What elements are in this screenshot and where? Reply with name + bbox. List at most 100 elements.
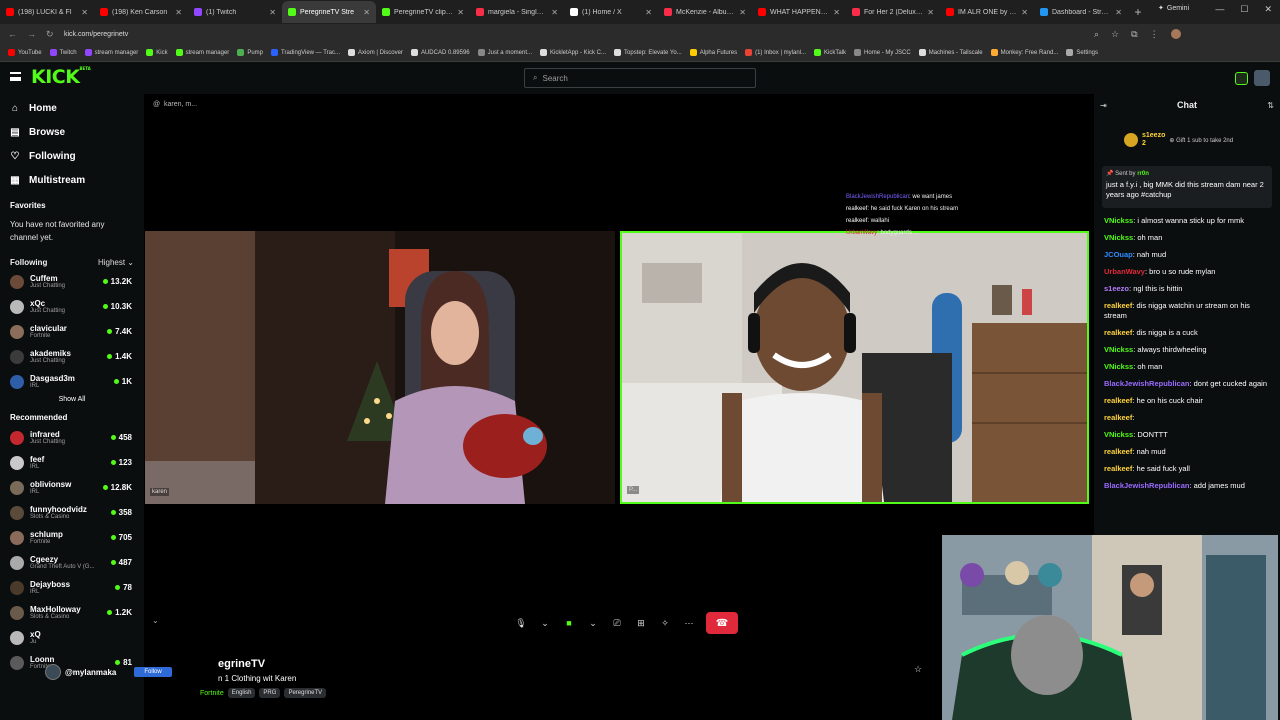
recommended-channel-row[interactable]: oblivionsw IRL 12.8K: [0, 475, 144, 500]
chat-username[interactable]: VNickss: [1104, 430, 1133, 439]
chat-username[interactable]: realkeef: [1104, 328, 1132, 337]
following-channel-row[interactable]: Cuffem Just Chatting 13.2K: [0, 269, 144, 294]
show-all-button[interactable]: Show All: [0, 396, 144, 403]
tab-close-icon[interactable]: ✕: [1021, 8, 1028, 17]
tab-close-icon[interactable]: ✕: [81, 8, 88, 17]
following-channel-row[interactable]: Dasgasd3m IRL 1K: [0, 369, 144, 394]
camera-options-chevron-icon[interactable]: ⌄: [586, 616, 600, 630]
chat-username[interactable]: s1eezo: [1104, 284, 1129, 293]
url-field[interactable]: kick.com/peregrinetv: [64, 31, 1044, 38]
browser-tab[interactable]: IM ALR ONE by mylan ✕: [940, 1, 1034, 23]
browser-tab[interactable]: (1) Twitch ✕: [188, 1, 282, 23]
end-call-button[interactable]: ☎: [706, 612, 738, 634]
tab-close-icon[interactable]: ✕: [457, 8, 464, 17]
chat-username[interactable]: VNickss: [1104, 216, 1133, 225]
bookmark-item[interactable]: KickTalk: [814, 49, 846, 56]
browser-tab[interactable]: PeregrineTV Stre ✕: [282, 1, 376, 23]
tab-close-icon[interactable]: ✕: [551, 8, 558, 17]
new-tab-icon[interactable]: +: [1128, 5, 1148, 19]
chat-username[interactable]: realkeef: [1104, 413, 1132, 422]
chat-username[interactable]: VNickss: [1104, 233, 1133, 242]
recommended-channel-row[interactable]: Dejayboss IRL 78: [0, 575, 144, 600]
collapse-chevron-icon[interactable]: ⌄: [152, 616, 159, 625]
chat-username[interactable]: UrbanWavy: [1104, 267, 1145, 276]
layout-grid-icon[interactable]: ⊞: [634, 616, 648, 630]
bookmark-item[interactable]: Kick: [146, 49, 168, 56]
browser-tab[interactable]: Dashboard - Stream ✕: [1034, 1, 1128, 23]
bookmark-item[interactable]: stream manager: [84, 49, 138, 56]
chat-settings-icon[interactable]: ⇅: [1267, 101, 1274, 110]
kick-logo[interactable]: KICKBETA: [31, 66, 91, 88]
stream-category[interactable]: Fortnite: [200, 690, 224, 697]
bookmark-item[interactable]: Twitch: [49, 49, 77, 56]
back-icon[interactable]: ←: [8, 29, 17, 40]
bookmark-star-icon[interactable]: ☆: [1111, 29, 1119, 40]
browser-tab[interactable]: (1) Home / X ✕: [564, 1, 658, 23]
chat-username[interactable]: realkeef: [1104, 301, 1132, 310]
minimize-icon[interactable]: —: [1215, 4, 1224, 15]
bookmark-item[interactable]: Settings: [1066, 49, 1098, 56]
chat-username[interactable]: VNickss: [1104, 362, 1133, 371]
stream-tag[interactable]: PRG: [259, 688, 281, 698]
pinned-message[interactable]: 📌 Sent by rr0n just a f.y.i , big MMK di…: [1102, 166, 1272, 208]
recommended-channel-row[interactable]: funnyhoodvidz Slots & Casino 358: [0, 500, 144, 525]
recommended-channel-row[interactable]: schlump Fortnite 705: [0, 525, 144, 550]
menu-icon[interactable]: ⋮: [1150, 29, 1159, 40]
chat-username[interactable]: realkeef: [1104, 464, 1132, 473]
gemini-button[interactable]: ✦ Gemini: [1158, 4, 1189, 13]
camera-icon[interactable]: ■: [562, 616, 576, 630]
tab-close-icon[interactable]: ✕: [1115, 8, 1122, 17]
recommended-channel-row[interactable]: xQ Ju: [0, 625, 144, 650]
nav-item-browse[interactable]: ▤ Browse: [0, 120, 144, 144]
forward-icon[interactable]: →: [27, 29, 36, 40]
collapse-chat-icon[interactable]: ⇥: [1100, 101, 1107, 110]
chat-username[interactable]: BlackJewishRepublican: [1104, 379, 1189, 388]
chat-username[interactable]: realkeef: [1104, 396, 1132, 405]
bookmark-item[interactable]: Home - My JSCC: [854, 49, 911, 56]
reload-icon[interactable]: ↻: [46, 29, 54, 40]
tab-close-icon[interactable]: ✕: [175, 8, 182, 17]
bookmark-item[interactable]: YouTube: [8, 49, 42, 56]
recommended-channel-row[interactable]: infrared Just Chatting 458: [0, 425, 144, 450]
hamburger-menu-icon[interactable]: [10, 72, 21, 81]
bookmark-item[interactable]: stream manager: [175, 49, 229, 56]
nav-item-following[interactable]: ♡ Following: [0, 144, 144, 168]
tab-close-icon[interactable]: ✕: [833, 8, 840, 17]
stream-tag[interactable]: English: [227, 688, 256, 698]
tab-close-icon[interactable]: ✕: [927, 8, 934, 17]
bookmark-item[interactable]: TradingView — Trac...: [271, 49, 340, 56]
pip-webcam[interactable]: [942, 535, 1278, 720]
browser-tab[interactable]: WHAT HAPPENED TO✕: [752, 1, 846, 23]
gift-prompt[interactable]: ⊕ Gift 1 sub to take 2nd: [1169, 137, 1233, 144]
tab-close-icon[interactable]: ✕: [363, 8, 370, 17]
following-channel-row[interactable]: xQc Just Chatting 10.3K: [0, 294, 144, 319]
kick-extension-icon[interactable]: [1235, 71, 1248, 85]
chat-username[interactable]: realkeef: [1104, 447, 1132, 456]
nav-item-multistream[interactable]: ▦ Multistream: [0, 168, 144, 192]
nav-item-home[interactable]: ⌂ Home: [0, 96, 144, 120]
browser-tab[interactable]: For Her 2 (Deluxe) - ✕: [846, 1, 940, 23]
bookmark-item[interactable]: AUDCAD 0.89596: [410, 49, 470, 56]
tab-close-icon[interactable]: ✕: [269, 8, 276, 17]
tab-close-icon[interactable]: ✕: [739, 8, 746, 17]
favorite-star-icon[interactable]: ☆: [914, 664, 922, 675]
bookmark-item[interactable]: Pump: [237, 49, 263, 56]
recommended-channel-row[interactable]: MaxHolloway Slots & Casino 1.2K: [0, 600, 144, 625]
browser-tab[interactable]: PeregrineTV clipped ✕: [376, 1, 470, 23]
overlay-follow-button[interactable]: Follow: [134, 667, 172, 677]
screen-share-icon[interactable]: ⎚: [610, 616, 624, 630]
stream-tag[interactable]: PeregrineTV: [284, 688, 327, 698]
following-channel-row[interactable]: clavicular Fortnite 7.4K: [0, 319, 144, 344]
recommended-channel-row[interactable]: Cgeezy Grand Theft Auto V (G... 487: [0, 550, 144, 575]
user-avatar[interactable]: [1254, 70, 1270, 86]
close-icon[interactable]: ✕: [1264, 4, 1272, 15]
video-feed-left[interactable]: karen: [145, 231, 615, 504]
effects-icon[interactable]: ✧: [658, 616, 672, 630]
tab-close-icon[interactable]: ✕: [645, 8, 652, 17]
more-options-icon[interactable]: ⋯: [682, 616, 696, 630]
bookmark-item[interactable]: KickletApp - Kick C...: [540, 49, 606, 56]
browser-tab[interactable]: McKenzie - Album by ✕: [658, 1, 752, 23]
mic-options-chevron-icon[interactable]: ⌄: [538, 616, 552, 630]
following-channel-row[interactable]: akademiks Just Chatting 1.4K: [0, 344, 144, 369]
chat-username[interactable]: VNickss: [1104, 345, 1133, 354]
